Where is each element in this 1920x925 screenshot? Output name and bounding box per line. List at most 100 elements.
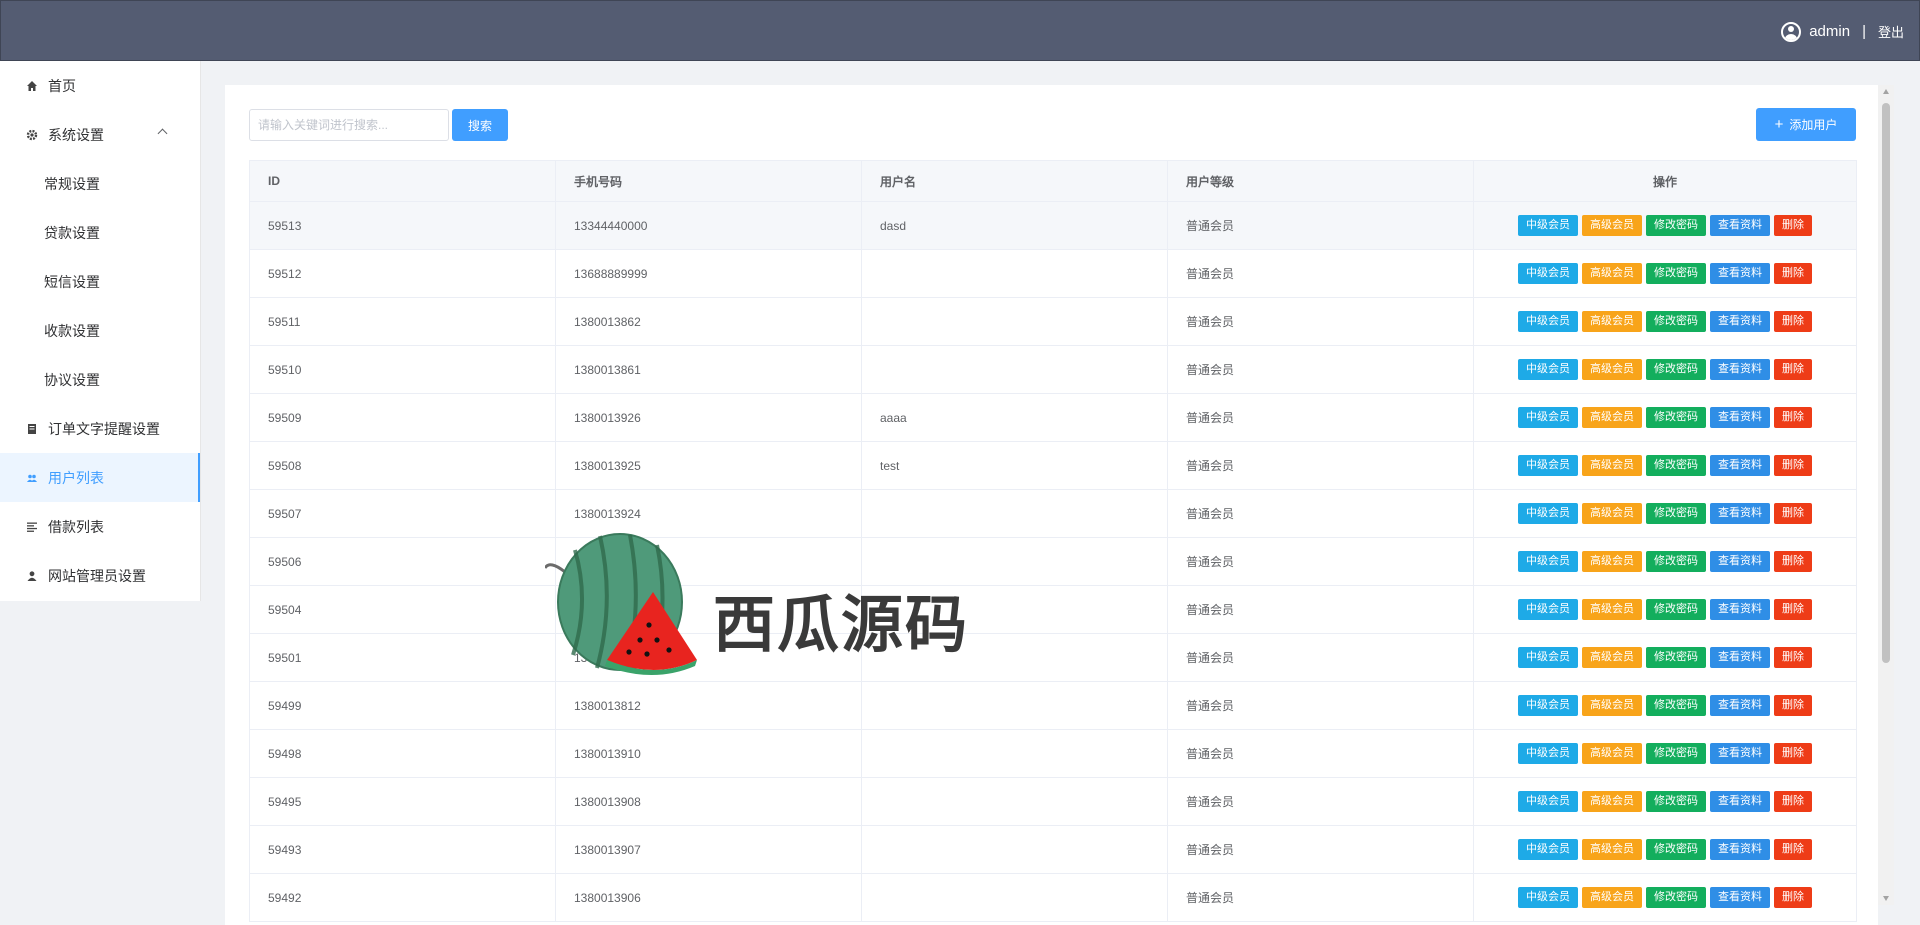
delete-button[interactable]: 删除 (1774, 407, 1812, 428)
delete-button[interactable]: 删除 (1774, 839, 1812, 860)
change-password-button[interactable]: 修改密码 (1646, 407, 1706, 428)
delete-button[interactable]: 删除 (1774, 695, 1812, 716)
sidebar-item-system-settings[interactable]: 系统设置 (0, 110, 200, 159)
high-member-button[interactable]: 高级会员 (1582, 407, 1642, 428)
view-profile-button[interactable]: 查看资料 (1710, 887, 1770, 908)
view-profile-button[interactable]: 查看资料 (1710, 311, 1770, 332)
change-password-button[interactable]: 修改密码 (1646, 695, 1706, 716)
delete-button[interactable]: 删除 (1774, 647, 1812, 668)
search-input[interactable] (249, 109, 449, 141)
change-password-button[interactable]: 修改密码 (1646, 359, 1706, 380)
change-password-button[interactable]: 修改密码 (1646, 791, 1706, 812)
view-profile-button[interactable]: 查看资料 (1710, 599, 1770, 620)
mid-member-button[interactable]: 中级会员 (1518, 695, 1578, 716)
scroll-up-arrow-icon[interactable] (1883, 89, 1889, 94)
mid-member-button[interactable]: 中级会员 (1518, 791, 1578, 812)
cell-level: 普通会员 (1167, 489, 1474, 538)
add-user-button[interactable]: + 添加用户 (1756, 108, 1856, 141)
search-button[interactable]: 搜索 (452, 109, 508, 141)
mid-member-button[interactable]: 中级会员 (1518, 599, 1578, 620)
sidebar-item-agreement-settings[interactable]: 协议设置 (0, 355, 200, 404)
high-member-button[interactable]: 高级会员 (1582, 647, 1642, 668)
scrollbar-thumb[interactable] (1882, 103, 1890, 663)
view-profile-button[interactable]: 查看资料 (1710, 791, 1770, 812)
high-member-button[interactable]: 高级会员 (1582, 599, 1642, 620)
sidebar-item-general-settings[interactable]: 常规设置 (0, 159, 200, 208)
high-member-button[interactable]: 高级会员 (1582, 887, 1642, 908)
view-profile-button[interactable]: 查看资料 (1710, 263, 1770, 284)
vertical-scrollbar[interactable] (1878, 85, 1894, 905)
change-password-button[interactable]: 修改密码 (1646, 263, 1706, 284)
mid-member-button[interactable]: 中级会员 (1518, 839, 1578, 860)
sidebar-item-loan-list[interactable]: 借款列表 (0, 502, 200, 551)
change-password-button[interactable]: 修改密码 (1646, 215, 1706, 236)
sidebar-item-sms-settings[interactable]: 短信设置 (0, 257, 200, 306)
change-password-button[interactable]: 修改密码 (1646, 455, 1706, 476)
sidebar-item-order-text[interactable]: 订单文字提醒设置 (0, 404, 200, 453)
mid-member-button[interactable]: 中级会员 (1518, 647, 1578, 668)
change-password-button[interactable]: 修改密码 (1646, 647, 1706, 668)
high-member-button[interactable]: 高级会员 (1582, 503, 1642, 524)
high-member-button[interactable]: 高级会员 (1582, 743, 1642, 764)
delete-button[interactable]: 删除 (1774, 599, 1812, 620)
mid-member-button[interactable]: 中级会员 (1518, 359, 1578, 380)
username[interactable]: admin (1809, 23, 1850, 40)
change-password-button[interactable]: 修改密码 (1646, 503, 1706, 524)
high-member-button[interactable]: 高级会员 (1582, 839, 1642, 860)
high-member-button[interactable]: 高级会员 (1582, 551, 1642, 572)
sidebar-item-loan-settings[interactable]: 贷款设置 (0, 208, 200, 257)
view-profile-button[interactable]: 查看资料 (1710, 551, 1770, 572)
view-profile-button[interactable]: 查看资料 (1710, 647, 1770, 668)
high-member-button[interactable]: 高级会员 (1582, 215, 1642, 236)
mid-member-button[interactable]: 中级会员 (1518, 215, 1578, 236)
sidebar-item-admin-settings[interactable]: 网站管理员设置 (0, 551, 200, 600)
delete-button[interactable]: 删除 (1774, 743, 1812, 764)
delete-button[interactable]: 删除 (1774, 311, 1812, 332)
user-avatar-icon[interactable] (1781, 21, 1802, 42)
mid-member-button[interactable]: 中级会员 (1518, 887, 1578, 908)
view-profile-button[interactable]: 查看资料 (1710, 503, 1770, 524)
view-profile-button[interactable]: 查看资料 (1710, 743, 1770, 764)
delete-button[interactable]: 删除 (1774, 887, 1812, 908)
cell-id: 59499 (249, 681, 556, 730)
delete-button[interactable]: 删除 (1774, 503, 1812, 524)
change-password-button[interactable]: 修改密码 (1646, 551, 1706, 572)
change-password-button[interactable]: 修改密码 (1646, 887, 1706, 908)
mid-member-button[interactable]: 中级会员 (1518, 263, 1578, 284)
scroll-down-arrow-icon[interactable] (1883, 896, 1889, 901)
change-password-button[interactable]: 修改密码 (1646, 839, 1706, 860)
view-profile-button[interactable]: 查看资料 (1710, 215, 1770, 236)
view-profile-button[interactable]: 查看资料 (1710, 695, 1770, 716)
change-password-button[interactable]: 修改密码 (1646, 743, 1706, 764)
logout-link[interactable]: 登出 (1878, 22, 1904, 41)
high-member-button[interactable]: 高级会员 (1582, 311, 1642, 332)
high-member-button[interactable]: 高级会员 (1582, 791, 1642, 812)
change-password-button[interactable]: 修改密码 (1646, 599, 1706, 620)
mid-member-button[interactable]: 中级会员 (1518, 503, 1578, 524)
mid-member-button[interactable]: 中级会员 (1518, 311, 1578, 332)
sidebar-item-user-list[interactable]: 用户列表 (0, 453, 200, 502)
view-profile-button[interactable]: 查看资料 (1710, 839, 1770, 860)
delete-button[interactable]: 删除 (1774, 551, 1812, 572)
delete-button[interactable]: 删除 (1774, 791, 1812, 812)
sidebar-item-home[interactable]: 首页 (0, 61, 200, 110)
chevron-up-icon[interactable] (157, 128, 168, 139)
delete-button[interactable]: 删除 (1774, 263, 1812, 284)
view-profile-button[interactable]: 查看资料 (1710, 455, 1770, 476)
change-password-button[interactable]: 修改密码 (1646, 311, 1706, 332)
mid-member-button[interactable]: 中级会员 (1518, 455, 1578, 476)
delete-button[interactable]: 删除 (1774, 359, 1812, 380)
table-row: 59511 1380013862 普通会员 中级会员 高级会员 修改密码 查看资料 删除 (249, 297, 1857, 346)
view-profile-button[interactable]: 查看资料 (1710, 359, 1770, 380)
high-member-button[interactable]: 高级会员 (1582, 359, 1642, 380)
mid-member-button[interactable]: 中级会员 (1518, 407, 1578, 428)
high-member-button[interactable]: 高级会员 (1582, 455, 1642, 476)
delete-button[interactable]: 删除 (1774, 215, 1812, 236)
sidebar-item-payment-settings[interactable]: 收款设置 (0, 306, 200, 355)
high-member-button[interactable]: 高级会员 (1582, 263, 1642, 284)
view-profile-button[interactable]: 查看资料 (1710, 407, 1770, 428)
mid-member-button[interactable]: 中级会员 (1518, 743, 1578, 764)
mid-member-button[interactable]: 中级会员 (1518, 551, 1578, 572)
delete-button[interactable]: 删除 (1774, 455, 1812, 476)
high-member-button[interactable]: 高级会员 (1582, 695, 1642, 716)
